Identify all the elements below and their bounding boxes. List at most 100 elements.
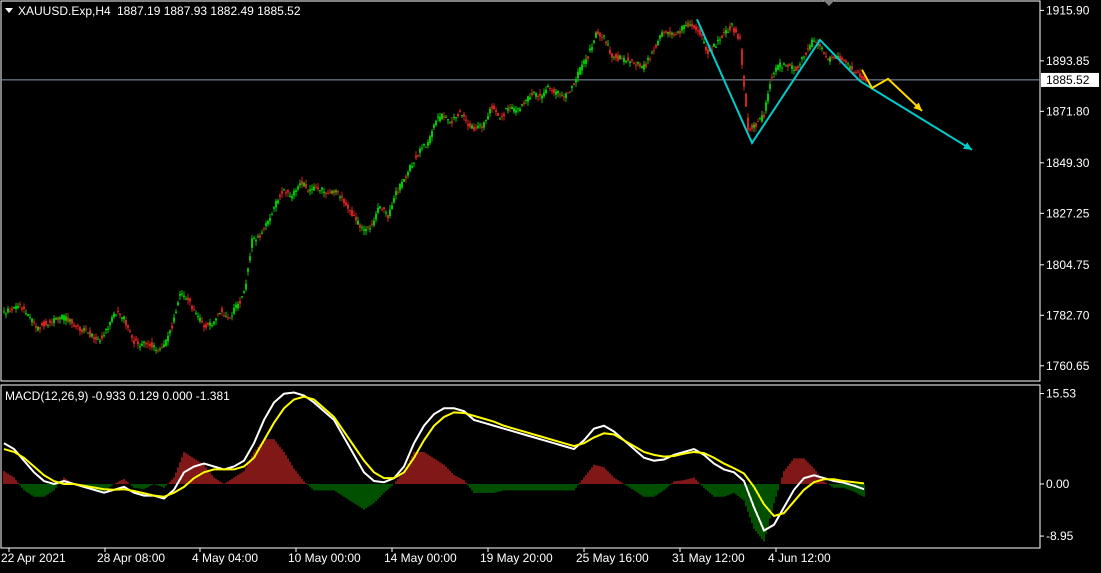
candle-body bbox=[171, 325, 173, 329]
candle-body bbox=[179, 294, 181, 296]
candle-body bbox=[63, 315, 65, 321]
candle-body bbox=[431, 131, 433, 138]
candle-body bbox=[85, 328, 87, 330]
candle-body bbox=[659, 35, 661, 39]
candle bbox=[403, 178, 405, 182]
candle-body bbox=[99, 340, 101, 343]
candle-body bbox=[11, 308, 13, 311]
candle-body bbox=[775, 67, 777, 72]
candle-body bbox=[259, 235, 261, 238]
candle-body bbox=[231, 315, 233, 317]
candle-body bbox=[615, 53, 617, 59]
candle-body bbox=[301, 180, 303, 185]
candle-body bbox=[665, 31, 667, 33]
candle-body bbox=[205, 324, 207, 328]
candle-body bbox=[125, 319, 127, 326]
candle-body bbox=[289, 195, 291, 197]
candle-body bbox=[535, 92, 537, 97]
candle-body bbox=[303, 182, 305, 187]
candle-body bbox=[257, 236, 259, 238]
candle-body bbox=[451, 120, 453, 124]
candle-body bbox=[77, 325, 79, 327]
candle-body bbox=[373, 220, 375, 226]
candle-body bbox=[747, 117, 749, 130]
chart-background bbox=[0, 0, 1101, 568]
candle-body bbox=[841, 57, 843, 60]
candle-body bbox=[571, 85, 573, 88]
candle-body bbox=[385, 212, 387, 214]
candle-body bbox=[631, 59, 633, 61]
time-axis-label: 10 May 00:00 bbox=[288, 551, 361, 565]
candle-body bbox=[159, 348, 161, 350]
macd-axis-label: 0.00 bbox=[1046, 477, 1070, 491]
candle-body bbox=[45, 320, 47, 326]
candle-body bbox=[705, 47, 707, 51]
candle-body bbox=[687, 22, 689, 28]
candle-body bbox=[155, 349, 157, 351]
candle-body bbox=[279, 194, 281, 197]
candle-body bbox=[255, 239, 257, 242]
candle-body bbox=[251, 238, 253, 248]
chart-canvas: 1915.90 1893.85 1871.80 1849.30 1827.25 1804.… bbox=[0, 0, 1101, 568]
macd-axis-label: -8.95 bbox=[1046, 529, 1074, 543]
candle-body bbox=[243, 291, 245, 294]
candle-body bbox=[29, 316, 31, 318]
candle-body bbox=[727, 31, 729, 33]
candle-body bbox=[725, 30, 727, 34]
candle-body bbox=[7, 308, 9, 313]
candle-body bbox=[863, 76, 865, 81]
candle-body bbox=[209, 322, 211, 326]
candle-body bbox=[737, 34, 739, 39]
candle-body bbox=[129, 330, 131, 333]
candle-body bbox=[599, 32, 601, 37]
candle-body bbox=[585, 59, 587, 64]
candle-body bbox=[793, 69, 795, 71]
candle-body bbox=[61, 315, 63, 320]
candle-body bbox=[753, 124, 755, 128]
candle-body bbox=[305, 184, 307, 188]
candle-body bbox=[481, 126, 483, 129]
candle-body bbox=[679, 30, 681, 34]
candle-body bbox=[667, 31, 669, 34]
candle-body bbox=[311, 188, 313, 190]
candle-body bbox=[163, 344, 165, 348]
candle-body bbox=[575, 78, 577, 83]
candle-body bbox=[119, 313, 121, 316]
candle-body bbox=[509, 107, 511, 109]
candle-body bbox=[589, 48, 591, 51]
candle bbox=[425, 146, 427, 148]
candle-body bbox=[5, 313, 7, 315]
candle-body bbox=[557, 90, 559, 94]
candle-body bbox=[671, 32, 673, 35]
candle-body bbox=[165, 339, 167, 346]
candle-body bbox=[529, 97, 531, 100]
candle-body bbox=[351, 210, 353, 217]
candle-body bbox=[569, 91, 571, 93]
candle-body bbox=[553, 89, 555, 94]
candle-body bbox=[387, 214, 389, 219]
candle-body bbox=[405, 176, 407, 179]
price-axis-label: 1893.85 bbox=[1046, 54, 1090, 68]
candle-body bbox=[147, 343, 149, 345]
candle-body bbox=[815, 42, 817, 44]
candle-body bbox=[325, 192, 327, 194]
candle bbox=[27, 313, 29, 317]
candle-body bbox=[105, 328, 107, 330]
candle-body bbox=[281, 191, 283, 194]
candle-body bbox=[731, 23, 733, 25]
candle-body bbox=[637, 61, 639, 64]
candle-body bbox=[309, 189, 311, 192]
candle-body bbox=[471, 125, 473, 129]
candle-body bbox=[335, 190, 337, 193]
candle-body bbox=[619, 55, 621, 60]
candle-body bbox=[423, 144, 425, 146]
candle-body bbox=[337, 191, 339, 193]
candle-body bbox=[857, 71, 859, 73]
macd-title: MACD(12,26,9) -0.933 0.129 0.000 -1.381 bbox=[5, 389, 230, 403]
candle-body bbox=[411, 165, 413, 168]
candle-body bbox=[629, 61, 631, 64]
candle-body bbox=[649, 58, 651, 60]
candle-body bbox=[345, 202, 347, 206]
candle-body bbox=[805, 52, 807, 55]
candle-body bbox=[313, 186, 315, 191]
